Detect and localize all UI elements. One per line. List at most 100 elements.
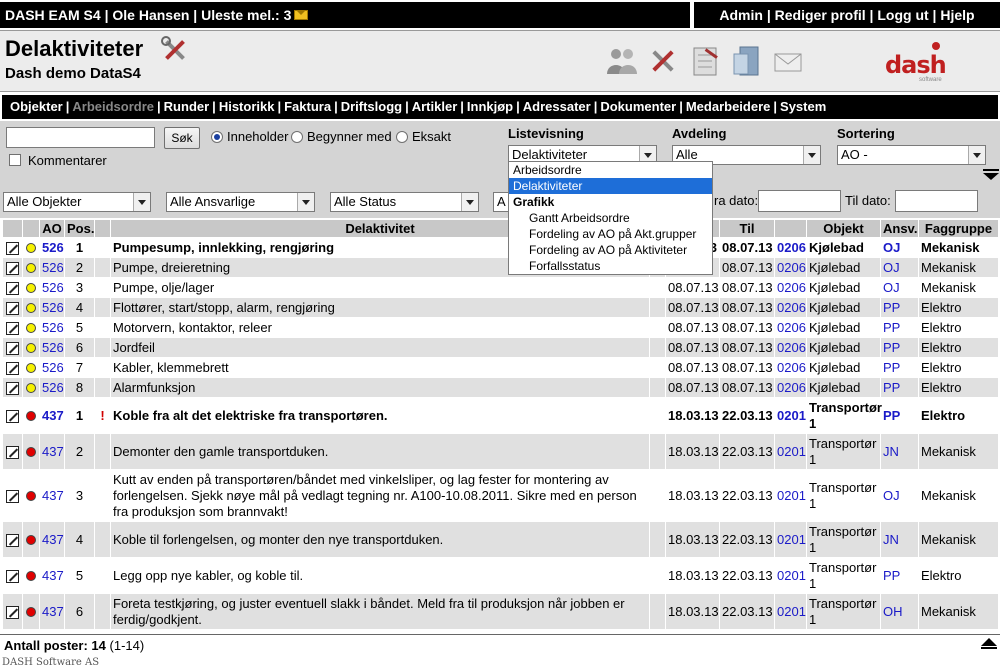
ao-link[interactable]: 437 [42, 532, 64, 547]
responsible-link[interactable]: JN [883, 532, 899, 547]
status-select[interactable]: Alle Status [330, 192, 479, 212]
nav-item-runder[interactable]: Runder [164, 99, 210, 114]
edit-icon[interactable] [6, 241, 19, 255]
column-header[interactable]: Objekt [806, 219, 881, 238]
dropdown-option[interactable]: Arbeidsordre [509, 162, 712, 178]
sortering-select[interactable]: AO - [837, 145, 986, 165]
radio-inneholder[interactable] [211, 131, 223, 143]
responsible-link[interactable]: PP [883, 408, 900, 423]
top-link-rediger-profil[interactable]: Rediger profil [775, 7, 866, 23]
table-row[interactable]: 526 3 Pumpe, olje/lager 08.07.13 08.07.13 020… [2, 277, 999, 298]
responsible-link[interactable]: PP [883, 320, 900, 335]
column-header[interactable]: Pos. [64, 219, 95, 238]
object-number-link[interactable]: 0206 [777, 340, 806, 355]
dropdown-option[interactable]: Forfallsstatus [509, 258, 712, 274]
object-number-link[interactable]: 0206 [777, 300, 806, 315]
object-number-link[interactable]: 0206 [777, 240, 806, 255]
ao-link[interactable]: 437 [42, 604, 64, 619]
edit-icon[interactable] [6, 445, 19, 459]
nav-item-objekter[interactable]: Objekter [10, 99, 63, 114]
responsible-link[interactable]: OH [883, 604, 903, 619]
table-row[interactable]: 437 3 Kutt av enden på transportøren/bånde… [2, 469, 999, 522]
column-header[interactable] [2, 219, 23, 238]
edit-icon[interactable] [6, 341, 19, 355]
table-row[interactable]: 437 5 Legg opp nye kabler, og koble til. 18… [2, 557, 999, 594]
ao-link[interactable]: 437 [42, 488, 64, 503]
column-header[interactable] [22, 219, 40, 238]
til-dato-input[interactable] [895, 190, 978, 212]
table-row[interactable]: 437 1! Koble fra alt det elektriske fra tr… [2, 397, 999, 434]
edit-icon[interactable] [6, 321, 19, 335]
search-input[interactable] [6, 127, 155, 148]
checklist-icon[interactable] [688, 44, 722, 78]
edit-icon[interactable] [6, 301, 19, 315]
object-number-link[interactable]: 0201 [777, 488, 806, 503]
responsible-link[interactable]: OJ [883, 260, 900, 275]
responsible-link[interactable]: OJ [883, 240, 900, 255]
top-link-hjelp[interactable]: Hjelp [940, 7, 974, 23]
edit-icon[interactable] [6, 261, 19, 275]
column-header[interactable]: Til [719, 219, 775, 238]
ao-link[interactable]: 437 [42, 444, 64, 459]
edit-icon[interactable] [6, 361, 19, 375]
table-row[interactable]: 526 8 Alarmfunksjon 08.07.13 08.07.13 0206 Kjø… [2, 377, 999, 398]
edit-icon[interactable] [6, 569, 19, 583]
nav-item-adressater[interactable]: Adressater [523, 99, 591, 114]
edit-icon[interactable] [6, 533, 19, 547]
nav-item-innkjøp[interactable]: Innkjøp [467, 99, 513, 114]
responsible-link[interactable]: PP [883, 340, 900, 355]
object-number-link[interactable]: 0206 [777, 280, 806, 295]
nav-item-arbeidsordre[interactable]: Arbeidsordre [72, 99, 154, 114]
kommentarer-checkbox[interactable] [9, 154, 21, 166]
top-link-logg-ut[interactable]: Logg ut [877, 7, 928, 23]
objekter-select[interactable]: Alle Objekter [3, 192, 151, 212]
object-number-link[interactable]: 0206 [777, 320, 806, 335]
responsible-link[interactable]: OJ [883, 488, 900, 503]
table-row[interactable]: 526 2 Pumpe, dreieretning 08.07.13 0206 Kjøle… [2, 257, 999, 278]
ao-link[interactable]: 526 [42, 320, 64, 335]
responsible-link[interactable]: PP [883, 300, 900, 315]
envelope-icon[interactable] [294, 10, 309, 20]
fra-dato-input[interactable] [758, 190, 841, 212]
table-row[interactable]: 526 7 Kabler, klemmebrett 08.07.13 08.07.13 0… [2, 357, 999, 378]
dropdown-option[interactable]: Delaktiviteter [509, 178, 712, 194]
object-number-link[interactable]: 0206 [777, 380, 806, 395]
table-row[interactable]: 526 1 Pumpesump, innlekking, rengjøring 3 08… [2, 237, 999, 258]
dropdown-option[interactable]: Fordeling av AO på Aktiviteter [509, 242, 712, 258]
users-icon[interactable] [605, 44, 639, 78]
object-number-link[interactable]: 0201 [777, 408, 806, 423]
responsible-link[interactable]: PP [883, 380, 900, 395]
column-header[interactable]: Faggruppe [918, 219, 999, 238]
table-row[interactable]: 437 4 Koble til forlengelsen, og monter de… [2, 521, 999, 558]
table-row[interactable]: 526 4 Flottører, start/stopp, alarm, rengj… [2, 297, 999, 318]
collapse-filter-icon[interactable] [983, 169, 999, 180]
nav-item-system[interactable]: System [780, 99, 826, 114]
radio-begynner-med[interactable] [291, 131, 303, 143]
column-header[interactable]: Ansv. [880, 219, 919, 238]
dropdown-option[interactable]: Fordeling av AO på Akt.grupper [509, 226, 712, 242]
nav-item-driftslogg[interactable]: Driftslogg [341, 99, 402, 114]
nav-item-historikk[interactable]: Historikk [219, 99, 275, 114]
ao-link[interactable]: 526 [42, 380, 64, 395]
table-row[interactable]: 526 6 Jordfeil 08.07.13 08.07.13 0206 Kjølebad… [2, 337, 999, 358]
column-header[interactable] [94, 219, 111, 238]
dropdown-option[interactable]: Gantt Arbeidsordre [509, 210, 712, 226]
column-header[interactable]: AO [39, 219, 65, 238]
column-header[interactable] [774, 219, 807, 238]
ao-link[interactable]: 526 [42, 360, 64, 375]
top-link-admin[interactable]: Admin [719, 7, 763, 23]
ao-link[interactable]: 437 [42, 568, 64, 583]
search-button[interactable]: Søk [164, 127, 200, 149]
ao-link[interactable]: 526 [42, 300, 64, 315]
ao-link[interactable]: 526 [42, 340, 64, 355]
server-icon[interactable] [730, 44, 764, 78]
nav-item-dokumenter[interactable]: Dokumenter [600, 99, 676, 114]
ao-link[interactable]: 526 [42, 260, 64, 275]
ao-link[interactable]: 526 [42, 280, 64, 295]
edit-icon[interactable] [6, 281, 19, 295]
radio-eksakt[interactable] [396, 131, 408, 143]
ao-link[interactable]: 437 [42, 408, 64, 423]
object-number-link[interactable]: 0206 [777, 360, 806, 375]
scroll-top-icon[interactable] [981, 638, 997, 649]
object-number-link[interactable]: 0201 [777, 568, 806, 583]
